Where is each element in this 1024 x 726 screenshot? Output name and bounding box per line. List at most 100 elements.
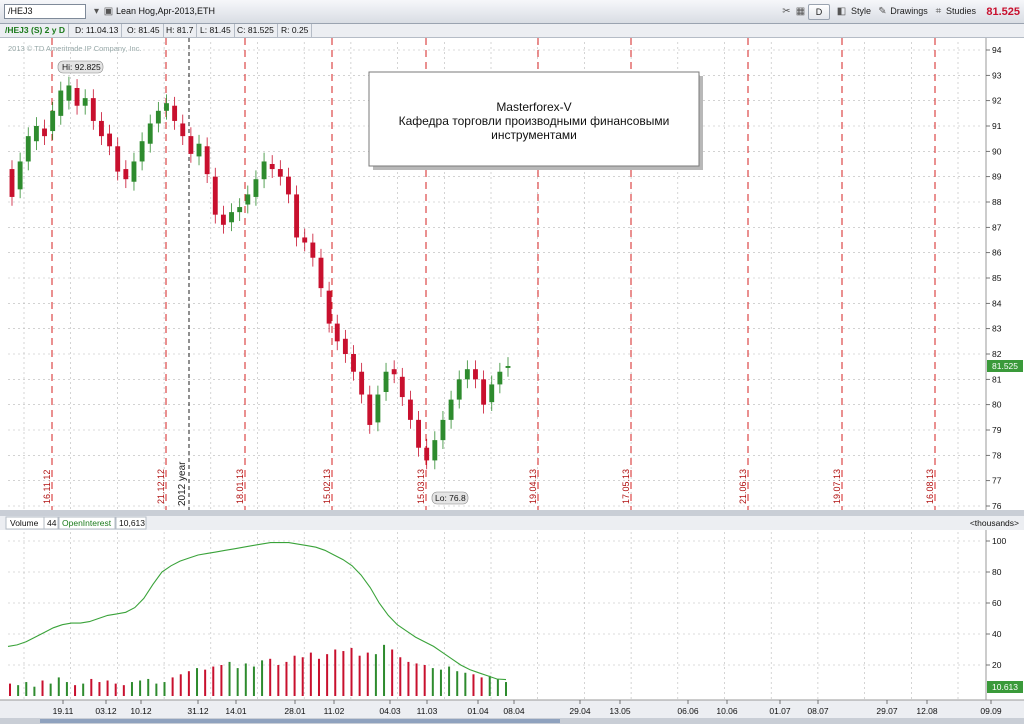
date-tick-label: 29.07 <box>876 706 898 716</box>
date-tick-label: 11.03 <box>417 706 438 716</box>
candle-body <box>74 88 80 106</box>
volume-bar <box>163 682 166 696</box>
current-price-tag: 81.525 <box>987 360 1023 372</box>
hi-label: Hi: 92.825 <box>62 62 101 72</box>
lower-pane-header <box>0 516 1024 530</box>
date-tick-label: 14.01 <box>225 706 247 716</box>
link-icon[interactable]: ▣ <box>102 5 115 18</box>
volume-bar <box>90 678 93 696</box>
candle-body <box>164 103 169 111</box>
volume-bar <box>9 683 11 696</box>
candle-body <box>432 440 438 461</box>
volume-bar <box>220 665 223 696</box>
candle-body <box>155 110 161 124</box>
candle-body <box>334 323 340 342</box>
date-tick-label: 08.04 <box>503 706 525 716</box>
symbol-period[interactable]: /HEJ3 (S) 2 y D <box>2 24 69 37</box>
volume-bar <box>171 677 174 696</box>
price-chart[interactable]: 2012 year 16.11.12 21.12.12 18.01.13 15.02.… <box>0 38 1024 724</box>
price-tick-label: 94 <box>992 45 1002 55</box>
price-tick-label: 87 <box>992 222 1002 232</box>
volume-bar <box>391 649 394 696</box>
volume-label: Volume <box>10 518 39 528</box>
price-tick-label: 80 <box>992 400 1002 410</box>
price-tick-label: 90 <box>992 146 1002 156</box>
candle-body <box>33 126 39 142</box>
candle-body <box>464 369 470 380</box>
volume-bar <box>464 672 467 696</box>
candle-body <box>497 371 503 385</box>
studies-button[interactable]: Studies <box>944 4 978 20</box>
candle-body <box>326 290 332 324</box>
volume-bar <box>236 668 239 696</box>
date-tick-label: 01.04 <box>467 706 489 716</box>
candle-body <box>245 194 251 205</box>
volume-bar <box>350 647 353 696</box>
price-tick-label: 83 <box>992 324 1002 334</box>
candle-body <box>342 338 348 354</box>
date-tick-label: 12.08 <box>916 706 938 716</box>
candle-body <box>9 169 15 197</box>
period-button[interactable]: D <box>808 4 830 20</box>
candle-body <box>99 120 104 137</box>
price-tick-label: 77 <box>992 476 1002 486</box>
candle-body <box>17 161 23 190</box>
volume-bar <box>431 668 434 696</box>
price-tick-label: 92 <box>992 96 1002 106</box>
volume-bar <box>25 682 28 696</box>
volume-bar <box>472 674 475 696</box>
candle-body <box>115 146 121 172</box>
candle-body <box>407 399 413 420</box>
style-button[interactable]: Style <box>848 4 874 20</box>
pane-splitter[interactable] <box>0 510 1024 516</box>
candle-body <box>123 169 129 180</box>
info-open: O: 81.45 <box>124 24 164 37</box>
date-tick-label: 04.03 <box>379 706 401 716</box>
volume-bar <box>448 666 451 696</box>
drawings-button[interactable]: Drawings <box>888 4 930 20</box>
volume-bar <box>423 665 426 696</box>
volume-bar <box>293 655 296 696</box>
lower-units-label: <thousands> <box>970 518 1019 528</box>
lower-tick-label: 80 <box>992 567 1002 577</box>
candle-body <box>131 161 137 182</box>
volume-bar <box>106 680 109 696</box>
chart-style-icon[interactable]: ▦ <box>794 5 807 18</box>
price-tick-label: 91 <box>992 121 1002 131</box>
candle-body <box>351 354 356 372</box>
lower-tick-label: 60 <box>992 598 1002 608</box>
date-tick-label: 06.06 <box>677 706 699 716</box>
price-tick-label: 89 <box>992 172 1002 182</box>
date-tick-label: 19.11 <box>53 706 74 716</box>
candle-body <box>261 161 267 180</box>
expiration-label: 18.01.13 <box>235 469 245 504</box>
candle-body <box>302 237 308 243</box>
volume-bar <box>204 669 207 696</box>
annotation-box[interactable]: Masterforex-V Кафедра торговли производн… <box>368 71 703 170</box>
volume-bar <box>301 657 304 696</box>
candle-body <box>107 133 113 147</box>
date-tick-label: 03.12 <box>95 706 117 716</box>
volume-bar <box>17 685 20 696</box>
expiration-label: 19.04.13 <box>528 469 538 504</box>
scrollbar-thumb[interactable] <box>40 719 560 723</box>
symbol-input[interactable]: /HEJ3 <box>4 4 86 19</box>
volume-bar <box>130 682 133 696</box>
volume-bar <box>65 682 68 696</box>
volume-bar <box>228 661 231 696</box>
date-tick-label: 01.07 <box>769 706 791 716</box>
price-tick-label: 78 <box>992 450 1002 460</box>
price-tick-label: 76 <box>992 501 1002 511</box>
volume-bar <box>212 666 215 696</box>
candle-body <box>456 379 462 400</box>
volume-bar <box>269 658 272 696</box>
oi-current-label: 10.613 <box>992 682 1018 692</box>
volume-bar <box>366 652 369 696</box>
candle-body <box>294 194 300 238</box>
candle-body <box>505 366 511 368</box>
candle-body <box>237 207 243 213</box>
volume-bar <box>505 682 507 696</box>
volume-bar <box>196 668 199 696</box>
volume-bar <box>74 685 77 696</box>
tools-icon[interactable]: ✂ <box>780 5 793 18</box>
